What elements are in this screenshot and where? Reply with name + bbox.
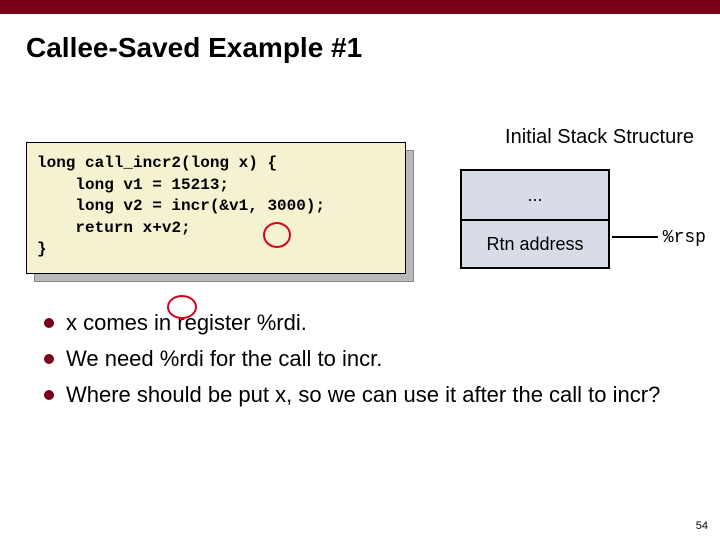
bullet-icon [44, 390, 54, 400]
code-l4c: +v2; [152, 219, 190, 237]
bullet-icon [44, 354, 54, 364]
bullet-list: x comes in register %rdi. We need %rdi f… [44, 310, 660, 418]
code-box: long call_incr2(long x) { long v1 = 1521… [26, 142, 406, 274]
highlight-oval-return-x [167, 295, 197, 319]
highlight-oval-param-x [263, 222, 291, 248]
stack-title: Initial Stack Structure [505, 126, 694, 149]
bullet-text: We need %rdi for the call to incr. [66, 346, 382, 372]
code-l5: } [37, 240, 47, 258]
code-l1b: x [239, 154, 249, 172]
stack-cell-rtn: Rtn address [462, 219, 608, 267]
list-item: Where should be put x, so we can use it … [44, 382, 660, 408]
stack-diagram: ... Rtn address [460, 169, 610, 269]
bullet-icon [44, 318, 54, 328]
list-item: We need %rdi for the call to incr. [44, 346, 660, 372]
code-l4a: return [37, 219, 143, 237]
code-l1a: long call_incr2(long [37, 154, 239, 172]
code-block: long call_incr2(long x) { long v1 = 1521… [26, 142, 416, 274]
code-l1c: ) { [248, 154, 277, 172]
rsp-pointer-line [612, 236, 658, 238]
bullet-text: Where should be put x, so we can use it … [66, 382, 660, 408]
code-l4b: x [143, 219, 153, 237]
list-item: x comes in register %rdi. [44, 310, 660, 336]
slide-title: Callee-Saved Example #1 [26, 32, 720, 64]
header-bar [0, 0, 720, 14]
code-l3: long v2 = incr(&v1, 3000); [37, 197, 325, 215]
stack-cell-dots: ... [462, 171, 608, 219]
page-number: 54 [696, 520, 708, 532]
rsp-label: %rsp [663, 228, 706, 248]
code-l2: long v1 = 15213; [37, 176, 229, 194]
